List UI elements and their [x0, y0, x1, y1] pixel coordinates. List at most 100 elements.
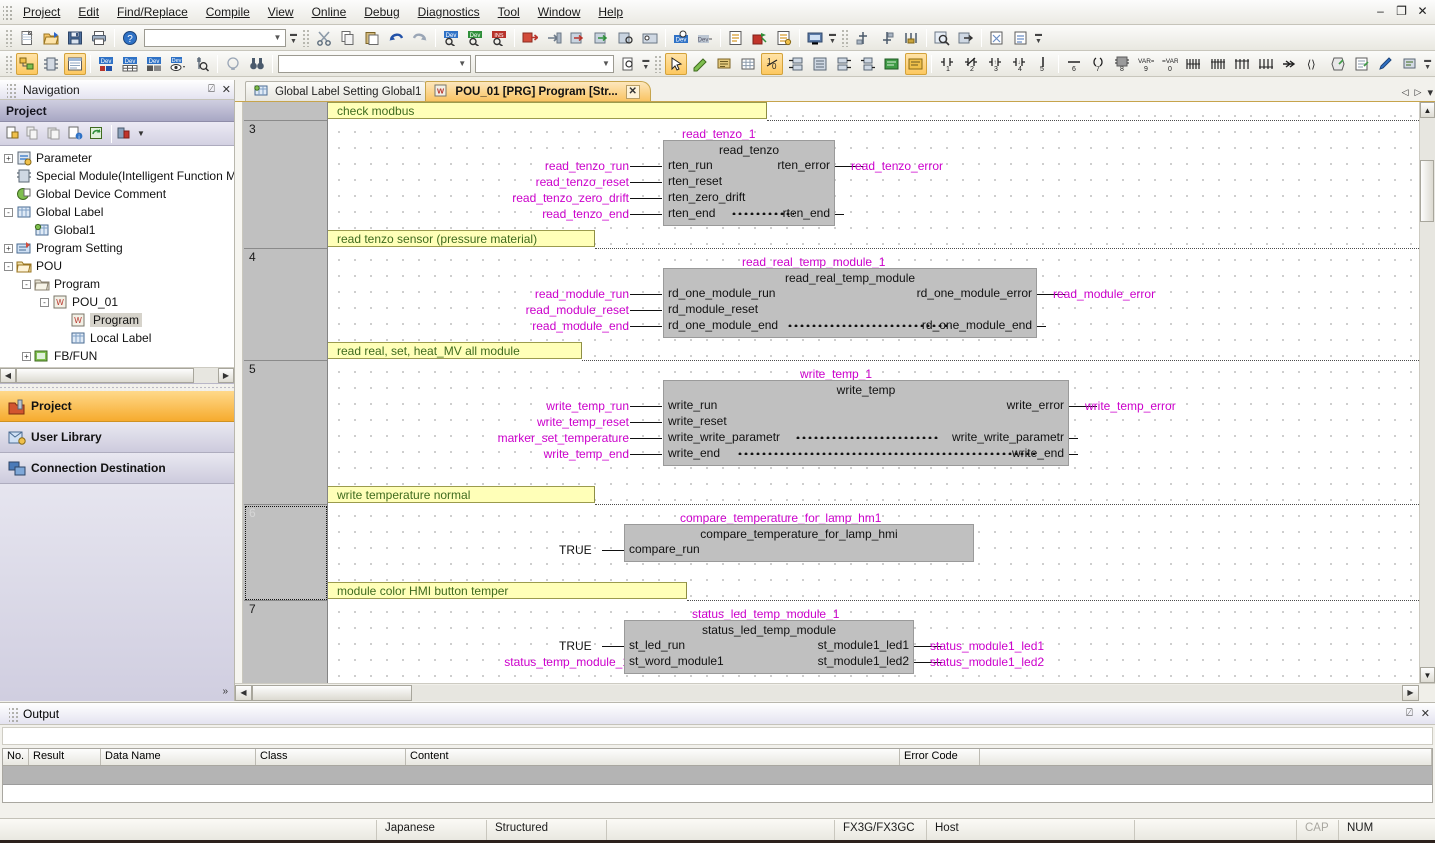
project-tree-icon[interactable] [15, 52, 38, 75]
input-label[interactable]: write_temp_reset [457, 415, 629, 429]
output-grid[interactable]: No. Result Data Name Class Content Error… [2, 748, 1433, 803]
device-find-icon[interactable]: Dev [95, 53, 117, 75]
toolbar-overflow-2[interactable]: ▬ ▼ [827, 27, 838, 49]
paste-data-icon[interactable] [45, 124, 65, 144]
rising-pulse-icon[interactable] [1183, 53, 1205, 75]
fb-input-icon[interactable] [785, 53, 807, 75]
input-label[interactable]: read_tenzo_zero_drift [437, 191, 629, 205]
fb-body-icon[interactable] [809, 53, 831, 75]
find-device-icon[interactable]: Dev [440, 27, 462, 49]
tab-next-icon[interactable]: ▷ [1415, 87, 1422, 98]
tree-item-pou-01[interactable]: - W POU_01 [0, 293, 234, 311]
expander-icon[interactable]: + [22, 351, 31, 361]
restore-icon[interactable]: ❐ [1393, 2, 1410, 19]
menu-item-diagnostics[interactable]: Diagnostics [409, 2, 489, 22]
cut-scissors-icon[interactable] [313, 27, 335, 49]
input-label[interactable]: read_tenzo_end [457, 207, 629, 221]
tab-global-label-setting[interactable]: Global Label Setting Global1 [245, 81, 433, 101]
input-label[interactable]: read_module_end [457, 319, 629, 333]
undo-arrow-icon[interactable] [385, 27, 407, 49]
rung-comment-read-real[interactable]: read real, set, heat_MV all module [327, 342, 582, 359]
chevron-down-icon[interactable]: ▼ [270, 30, 285, 46]
monitor-start-icon[interactable] [639, 27, 661, 49]
input-label[interactable]: read_module_reset [457, 303, 629, 317]
function-block[interactable]: read_real_temp_module rd_one_module_run … [663, 268, 1037, 338]
device-monitor-eye-icon[interactable]: Dev [167, 53, 189, 75]
navigation-grip[interactable] [7, 81, 16, 98]
device-batch-icon[interactable] [749, 27, 771, 49]
ladder-vertical-scrollbar[interactable]: ▲ ▼ [1419, 102, 1435, 683]
toolbar-grip-4[interactable] [5, 54, 12, 73]
view-mode-icon[interactable] [115, 124, 135, 144]
jump-icon[interactable] [955, 27, 977, 49]
expander-icon[interactable]: - [22, 279, 31, 289]
toolbar-combo-2[interactable]: ▼ [277, 54, 471, 73]
pane-splitter[interactable] [0, 382, 234, 391]
inline-st-icon[interactable] [1327, 53, 1349, 75]
convert-compile-icon[interactable] [519, 27, 541, 49]
chevron-down-icon[interactable]: ▼ [598, 56, 613, 72]
grid-icon[interactable] [737, 53, 759, 75]
redo-arrow-icon[interactable] [409, 27, 431, 49]
input-label[interactable]: read_module_run [457, 287, 629, 301]
device-search-icon[interactable] [191, 53, 213, 75]
toolbar-overflow-4[interactable]: ▬ ▼ [640, 53, 651, 75]
tree-item-special-module[interactable]: Special Module(Intelligent Function M [0, 167, 234, 185]
comment-icon[interactable] [713, 53, 735, 75]
page-preview-icon[interactable] [617, 53, 639, 75]
tree-item-structured-data-types[interactable]: Structured Data Types [0, 365, 234, 367]
tree-item-local-label[interactable]: Local Label [0, 329, 234, 347]
input-label[interactable]: TRUE [559, 543, 592, 557]
pane-button-user-library[interactable]: User Library [0, 421, 234, 453]
label-orange-icon[interactable] [905, 52, 928, 75]
toolbar-overflow-3[interactable]: ▬ ▼ [1033, 27, 1044, 49]
scroll-track[interactable] [1420, 118, 1435, 667]
menu-item-compile[interactable]: Compile [197, 2, 259, 22]
pin-icon[interactable]: ⍁ [1406, 707, 1413, 720]
tab-prev-icon[interactable]: ◁ [1402, 87, 1409, 98]
scroll-track[interactable] [252, 684, 1402, 701]
coil-7-icon[interactable]: 7 [1087, 53, 1109, 75]
close-icon[interactable]: ✕ [1414, 2, 1431, 19]
nest-open-icon[interactable] [852, 27, 874, 49]
copy-data-icon[interactable] [24, 124, 44, 144]
fb-output-icon[interactable] [833, 53, 855, 75]
close-icon[interactable]: ✕ [222, 83, 231, 96]
return-icon[interactable]: ⟨⟩ [1303, 53, 1325, 75]
expander-icon[interactable]: - [4, 261, 13, 271]
minimize-icon[interactable]: – [1372, 2, 1389, 19]
menu-item-tool[interactable]: Tool [489, 2, 529, 22]
toolbar-combo-1[interactable]: ▼ [144, 28, 286, 47]
menu-item-find-replace[interactable]: Find/Replace [108, 2, 197, 22]
data-property-icon[interactable]: i [66, 124, 86, 144]
tree-item-program-folder[interactable]: - Program [0, 275, 234, 293]
output-filter-row[interactable] [2, 727, 1433, 745]
toolbar-combo-3[interactable]: ▼ [474, 54, 615, 73]
pane-button-project[interactable]: Project [0, 390, 234, 422]
open-folder-icon[interactable] [40, 27, 62, 49]
column-header-content[interactable]: Content [406, 749, 900, 765]
ladder-canvas[interactable]: check modbus read_tenzo_1 read_tenzo_run… [327, 102, 1419, 683]
verify-plc-icon[interactable] [615, 27, 637, 49]
tree-item-pou[interactable]: - POU [0, 257, 234, 275]
scroll-track[interactable] [16, 367, 218, 383]
output-grip[interactable] [9, 705, 18, 722]
var-out-0-icon[interactable]: =VAR 0 [1159, 53, 1181, 75]
output-label[interactable]: status_module1_led2 [930, 655, 1044, 669]
input-label[interactable]: marker_set_temperature [437, 431, 629, 445]
reset-coil-icon[interactable] [1255, 53, 1277, 75]
expander-icon[interactable]: + [4, 243, 13, 253]
menu-item-debug[interactable]: Debug [355, 2, 408, 22]
zoom-search-icon[interactable] [931, 27, 953, 49]
set-coil-icon[interactable] [1231, 53, 1253, 75]
print-icon[interactable] [88, 27, 110, 49]
toolbar-grip-3[interactable] [841, 28, 848, 47]
input-label[interactable]: read_tenzo_run [457, 159, 629, 173]
function-block[interactable]: compare_temperature_for_lamp_hmi compare… [624, 524, 974, 562]
input-label[interactable]: write_temp_end [457, 447, 629, 461]
tree-item-parameter[interactable]: + Parameter [0, 149, 234, 167]
comment-block-icon[interactable] [1351, 53, 1373, 75]
contact-fall-4-icon[interactable]: ↓ 4 [1008, 53, 1030, 75]
find-device-green-icon[interactable]: Dev [464, 27, 486, 49]
label-green-icon[interactable] [881, 53, 903, 75]
